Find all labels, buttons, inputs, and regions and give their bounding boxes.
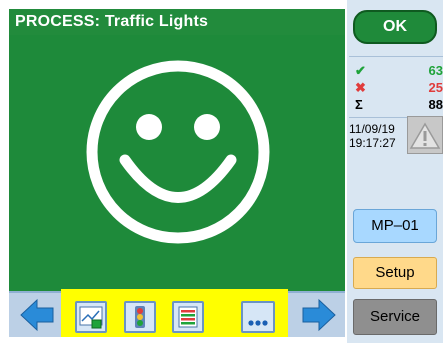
date-text: 11/09/19 — [349, 122, 395, 136]
pass-check-icon: ✔ — [355, 63, 366, 78]
service-button[interactable]: Service — [353, 299, 437, 335]
measure-point-button[interactable]: MP–01 — [353, 209, 437, 243]
toolbar-highlight — [61, 289, 288, 337]
fail-cross-icon: ✖ — [355, 80, 366, 95]
app-frame: PROCESS: Traffic Lights OK ✔ 63 ✖ 25 Σ 8… — [0, 0, 443, 343]
arrow-left-icon[interactable] — [19, 297, 55, 333]
warning-button[interactable] — [407, 116, 443, 154]
warning-triangle-icon — [408, 122, 442, 157]
main-panel: PROCESS: Traffic Lights — [9, 9, 345, 337]
date-time: 11/09/19 19:17:27 — [349, 122, 405, 150]
setup-button[interactable]: Setup — [353, 257, 437, 289]
pass-count-row: ✔ 63 — [349, 63, 443, 79]
traffic-light-button[interactable] — [124, 301, 156, 333]
pass-count: 63 — [428, 63, 443, 78]
sum-icon: Σ — [355, 97, 363, 112]
window-title: PROCESS: Traffic Lights — [9, 9, 345, 35]
total-count: 88 — [428, 97, 443, 112]
image-chart-button[interactable] — [75, 301, 107, 333]
bottom-nav-bar — [9, 289, 345, 337]
total-count-row: Σ 88 — [349, 97, 443, 113]
smiley-face-icon — [83, 57, 273, 247]
time-text: 19:17:27 — [349, 136, 396, 150]
side-panel: OK ✔ 63 ✖ 25 Σ 88 11/09/19 19:17:27 MP–0… — [347, 0, 443, 343]
result-counters: ✔ 63 ✖ 25 Σ 88 — [349, 56, 443, 118]
fail-count-row: ✖ 25 — [349, 80, 443, 96]
list-button[interactable] — [172, 301, 204, 333]
ok-button[interactable]: OK — [353, 10, 437, 44]
fail-count: 25 — [428, 80, 443, 95]
more-options-button[interactable] — [241, 301, 275, 333]
arrow-right-icon[interactable] — [301, 297, 337, 333]
